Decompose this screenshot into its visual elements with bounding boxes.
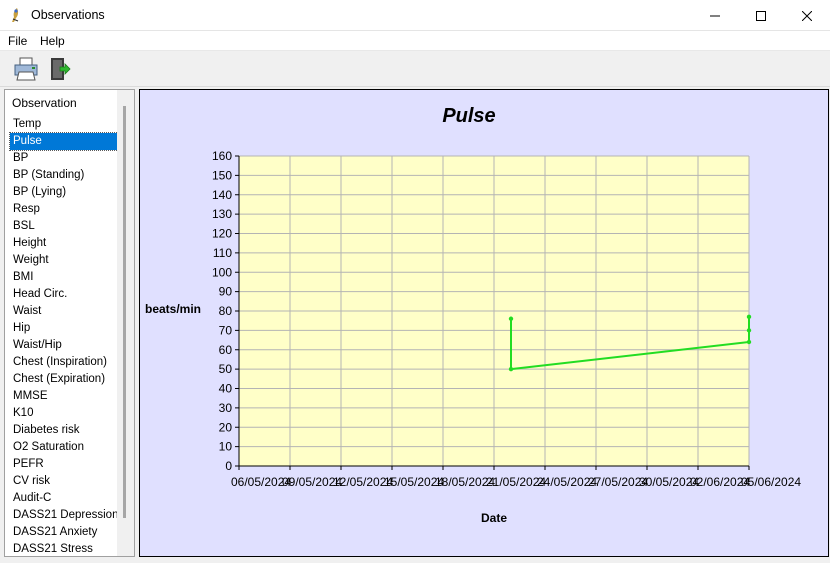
y-tick-label: 60 (219, 343, 233, 357)
list-item[interactable]: BP (Lying) (10, 184, 122, 201)
list-item[interactable]: Pulse (9, 132, 123, 151)
data-point (746, 328, 752, 333)
y-tick-label: 120 (212, 227, 232, 241)
y-tick-label: 50 (219, 362, 233, 376)
y-tick-label: 160 (212, 149, 232, 163)
list-item[interactable]: MMSE (10, 388, 122, 405)
menu-help[interactable]: Help (40, 34, 65, 48)
y-tick-label: 80 (219, 304, 233, 318)
list-item[interactable]: Resp (10, 201, 122, 218)
y-tick-label: 20 (219, 420, 233, 434)
y-tick-label: 0 (225, 459, 232, 473)
minimize-button[interactable] (692, 0, 738, 31)
data-point (508, 316, 514, 321)
list-item[interactable]: K10 (10, 405, 122, 422)
list-item[interactable]: Diabetes risk (10, 422, 122, 439)
observation-list[interactable]: Observation Temp Pulse BP BP (Standing) BP (… (4, 89, 135, 557)
list-item[interactable]: Hip (10, 320, 122, 337)
scrollbar-thumb[interactable] (123, 106, 126, 518)
toolbar (0, 51, 830, 87)
list-item[interactable]: O2 Saturation (10, 439, 122, 456)
app-icon (12, 8, 19, 22)
list-item[interactable]: Head Circ. (10, 286, 122, 303)
list-item[interactable]: Audit-C (10, 490, 122, 507)
y-tick-label: 140 (212, 188, 232, 202)
y-tick-label: 40 (219, 382, 233, 396)
list-item[interactable]: Waist (10, 303, 122, 320)
list-item[interactable]: Waist/Hip (10, 337, 122, 354)
y-tick-label: 150 (212, 168, 232, 182)
data-point (508, 366, 514, 372)
printer-icon (14, 57, 38, 81)
data-point (746, 339, 752, 345)
y-tick-label: 70 (219, 323, 233, 337)
menu-bar: File Help (0, 31, 830, 51)
y-tick-label: 30 (219, 401, 233, 415)
list-item[interactable]: CV risk (10, 473, 122, 490)
list-item[interactable]: DASS21 Stress (10, 541, 122, 556)
chart-panel: Pulse beats/min Date 0 10 20 30 40 50 60 70 80 90… (139, 89, 829, 557)
list-item[interactable]: Weight (10, 252, 122, 269)
close-icon (802, 10, 812, 21)
y-tick-label: 100 (212, 265, 232, 279)
list-header: Observation (12, 96, 77, 110)
list-item[interactable]: BSL (10, 218, 122, 235)
list-item[interactable]: DASS21 Depression (10, 507, 122, 524)
observation-items: Temp Pulse BP BP (Standing) BP (Lying) Resp BS… (9, 116, 123, 556)
maximize-button[interactable] (738, 0, 784, 31)
list-item[interactable]: BP (10, 150, 122, 167)
y-tick-label: 110 (213, 246, 232, 260)
list-item[interactable]: BP (Standing) (10, 167, 122, 184)
list-item[interactable]: Temp (10, 116, 122, 133)
minimize-icon (710, 15, 720, 16)
y-tick-label: 130 (212, 207, 232, 221)
list-item[interactable]: Height (10, 235, 122, 252)
print-button[interactable] (12, 55, 40, 83)
scrollbar[interactable] (117, 90, 134, 556)
list-item[interactable]: Chest (Expiration) (10, 371, 122, 388)
y-tick-label: 10 (219, 440, 233, 454)
exit-button[interactable] (46, 55, 74, 83)
title-bar: Observations (0, 0, 830, 31)
list-item[interactable]: DASS21 Anxiety (10, 524, 122, 541)
y-tick-label: 90 (219, 285, 233, 299)
list-item[interactable]: BMI (10, 269, 122, 286)
window-title: Observations (31, 8, 105, 22)
close-button[interactable] (784, 0, 830, 31)
x-tick-label: 05/06/2024 (741, 475, 801, 489)
maximize-icon (756, 10, 766, 21)
data-point (746, 314, 752, 320)
list-item[interactable]: Chest (Inspiration) (10, 354, 122, 371)
pulse-chart: 0 10 20 30 40 50 60 70 80 90 100 110 120 130 140 150 160… (212, 149, 801, 489)
list-item[interactable]: PEFR (10, 456, 122, 473)
exit-door-icon (51, 58, 71, 80)
menu-file[interactable]: File (8, 34, 27, 48)
